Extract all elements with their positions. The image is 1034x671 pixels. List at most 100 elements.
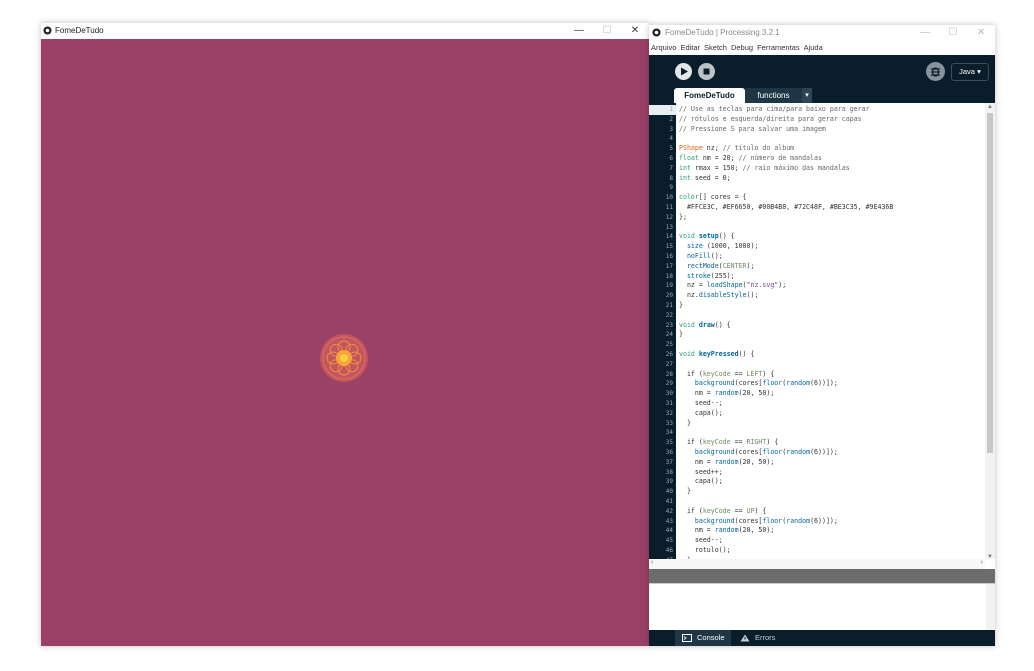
code-line: size (1000, 1000);: [686, 242, 759, 251]
code-line: nm = random(20, 50);: [679, 389, 775, 398]
line-number: 29: [665, 380, 673, 388]
message-area: [649, 569, 995, 583]
code-line: stroke(255);: [686, 271, 735, 280]
line-number: 25: [665, 341, 673, 349]
play-icon: [681, 67, 688, 76]
line-number: 33: [665, 419, 673, 427]
code-line: // Use as teclas para cima/para baixo pa…: [679, 105, 870, 113]
maximize-button[interactable]: ☐: [939, 25, 967, 41]
line-number: 15: [665, 243, 673, 251]
horizontal-scrollbar[interactable]: ‹ ›: [649, 559, 985, 569]
line-number: 35: [665, 439, 673, 447]
code-line: void keyPressed() {: [679, 350, 755, 358]
line-number: 17: [665, 262, 673, 270]
code-line: seed++;: [679, 467, 723, 476]
console-scrollbar[interactable]: [986, 584, 995, 630]
code-line: seed--;: [679, 399, 723, 407]
menu-arquivo[interactable]: Arquivo: [649, 41, 678, 55]
menu-sketch[interactable]: Sketch: [702, 41, 729, 55]
minimize-button[interactable]: —: [911, 25, 939, 41]
close-button[interactable]: ✕: [967, 25, 995, 41]
code-line: capa();: [679, 408, 723, 417]
code-line: float nm = 20; // número de mandalas: [679, 154, 822, 162]
console-tab[interactable]: Console: [675, 630, 731, 646]
sketch-canvas[interactable]: [41, 39, 649, 646]
line-number: 3: [669, 125, 673, 133]
vertical-scrollbar[interactable]: ▲ ▼: [985, 103, 995, 559]
minimize-button[interactable]: —: [565, 23, 593, 39]
menu-ferramentas[interactable]: Ferramentas: [755, 41, 802, 55]
code-area[interactable]: // Use as teclas para cima/para baixo pa…: [676, 103, 985, 559]
menu-debug[interactable]: Debug: [729, 41, 755, 55]
console-tab-label: Console: [697, 633, 725, 642]
ide-titlebar[interactable]: FomeDeTudo | Processing 3.2.1 — ☐ ✕: [649, 25, 995, 41]
line-number: 43: [665, 517, 673, 525]
code-line: }: [679, 301, 683, 309]
line-number: 38: [665, 468, 673, 476]
mandala-graphic: [320, 334, 368, 382]
scroll-down-icon[interactable]: ▼: [986, 553, 994, 559]
mode-selector[interactable]: Java ▾: [951, 63, 989, 81]
stop-button[interactable]: [698, 63, 715, 80]
ide-title: FomeDeTudo | Processing 3.2.1: [665, 28, 780, 37]
code-line: PShape nz; // título do album: [679, 144, 795, 153]
line-number: 8: [669, 174, 673, 182]
maximize-button[interactable]: ☐: [593, 23, 621, 39]
code-line: nm = random(20, 50);: [679, 457, 775, 466]
line-number: 20: [665, 292, 673, 300]
code-editor[interactable]: 1 2 3 4 5 6 7 8 9 10 11 12 13 14 15 16 17 18 19 20 21 22 23 24 2…: [649, 103, 995, 559]
footer-bar: Console Errors: [649, 630, 995, 646]
line-number: 2: [669, 115, 673, 123]
code-line: nm = random(20, 50);: [679, 526, 775, 535]
tab-fomedetudo[interactable]: FomeDeTudo: [674, 88, 745, 103]
debugger-button[interactable]: [926, 62, 945, 81]
scroll-left-icon[interactable]: ‹: [651, 559, 653, 566]
line-number: 19: [665, 282, 673, 290]
close-button[interactable]: ✕: [621, 23, 649, 39]
code-line: int seed = 0;: [679, 173, 731, 182]
line-number: 23: [665, 321, 673, 329]
code-line: background(cores[floor(random(6))]);: [694, 379, 838, 388]
line-number: 21: [665, 302, 673, 309]
line-number: 4: [669, 135, 673, 143]
code-line: void draw() {: [679, 320, 731, 329]
code-line: rotulo();: [679, 546, 731, 554]
line-number-gutter: 1 2 3 4 5 6 7 8 9 10 11 12 13 14 15 16 17 18 19 20 21 22 23 24 2…: [649, 103, 676, 559]
line-number: 26: [665, 351, 673, 358]
menu-editar[interactable]: Editar: [678, 41, 702, 55]
scroll-right-icon[interactable]: ›: [981, 559, 983, 566]
sketch-title: FomeDeTudo: [55, 26, 104, 35]
console-output[interactable]: [649, 583, 995, 631]
code-line: seed--;: [679, 536, 723, 545]
tab-menu-button[interactable]: ▾: [802, 88, 812, 103]
code-line: if (keyCode == RIGHT) {: [679, 438, 779, 447]
line-number: 22: [665, 311, 673, 319]
menu-ajuda[interactable]: Ajuda: [802, 41, 825, 55]
scroll-up-icon[interactable]: ▲: [986, 103, 994, 111]
line-number: 28: [665, 370, 673, 378]
line-number: 34: [665, 429, 673, 437]
line-number: 44: [665, 527, 673, 535]
ide-window: FomeDeTudo | Processing 3.2.1 — ☐ ✕ Arqu…: [649, 25, 995, 646]
line-number: 7: [669, 164, 673, 172]
line-number: 9: [669, 184, 673, 192]
line-number: 27: [665, 360, 673, 368]
line-number: 18: [665, 272, 673, 280]
line-number: 11: [665, 204, 673, 211]
sketch-titlebar[interactable]: FomeDeTudo — ☐ ✕: [41, 23, 649, 39]
errors-tab-label: Errors: [755, 633, 776, 642]
scroll-thumb[interactable]: [987, 113, 993, 453]
debugger-icon: [931, 67, 940, 77]
line-number: 16: [665, 253, 673, 260]
line-number: 30: [665, 390, 673, 398]
code-line: if (keyCode == LEFT) {: [679, 369, 775, 378]
line-number: 42: [665, 507, 673, 515]
errors-tab[interactable]: Errors: [733, 630, 789, 646]
tab-functions[interactable]: functions: [745, 88, 802, 103]
line-number: 46: [665, 547, 673, 554]
line-number: 40: [665, 488, 673, 496]
code-line: // Pressione S para salvar uma imagem: [679, 124, 826, 133]
code-line: capa();: [679, 477, 723, 486]
run-button[interactable]: [675, 63, 692, 80]
line-number: 32: [665, 409, 673, 417]
